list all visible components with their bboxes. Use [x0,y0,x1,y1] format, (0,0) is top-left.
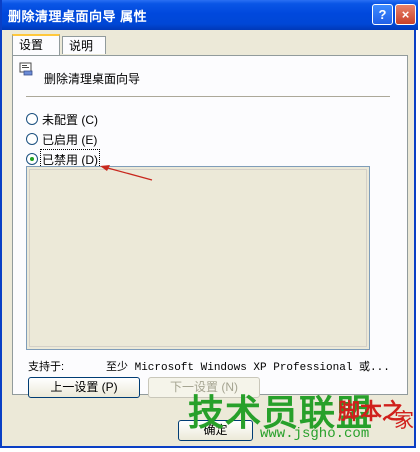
description-box [26,166,370,350]
watermark: 技术员联盟 脚本之 家 www.jsgho.com [188,384,420,450]
radio-label: 已启用 (E) [42,132,98,147]
close-button[interactable]: × [395,4,416,25]
supported-value: 至少 Microsoft Windows XP Professional 或..… [106,362,390,374]
tab-explain[interactable]: 说明 [62,36,106,54]
properties-dialog: 删除清理桌面向导 属性 ? × 设置 说明 删除清理桌面向导 未配置 (C) 已… [0,0,418,448]
supported-label: 支持于: [28,361,65,373]
title-bar[interactable]: 删除清理桌面向导 属性 ? × [2,0,418,30]
tab-settings[interactable]: 设置 [12,34,60,55]
radio-circle[interactable] [26,133,38,145]
help-button[interactable]: ? [372,4,393,25]
radio-label: 未配置 (C) [42,112,98,127]
policy-title: 删除清理桌面向导 [44,72,141,86]
radio-enabled[interactable]: 已启用 (E) [26,131,97,147]
previous-setting-button[interactable]: 上一设置 (P) [28,377,140,398]
watermark-home-text: 家 [394,410,414,432]
radio-label: 已禁用 (D) [40,148,100,170]
radio-circle-selected[interactable] [26,153,38,165]
divider [26,96,390,97]
annotation-arrow-icon [100,165,153,181]
watermark-url: www.jsgho.com [260,426,370,442]
window-title: 删除清理桌面向导 属性 [8,9,148,24]
policy-setting-icon [19,62,33,76]
radio-not-configured[interactable]: 未配置 (C) [26,111,98,127]
radio-circle[interactable] [26,113,38,125]
description-box-inner [29,169,367,347]
radio-disabled[interactable]: 已禁用 (D) [26,148,100,170]
